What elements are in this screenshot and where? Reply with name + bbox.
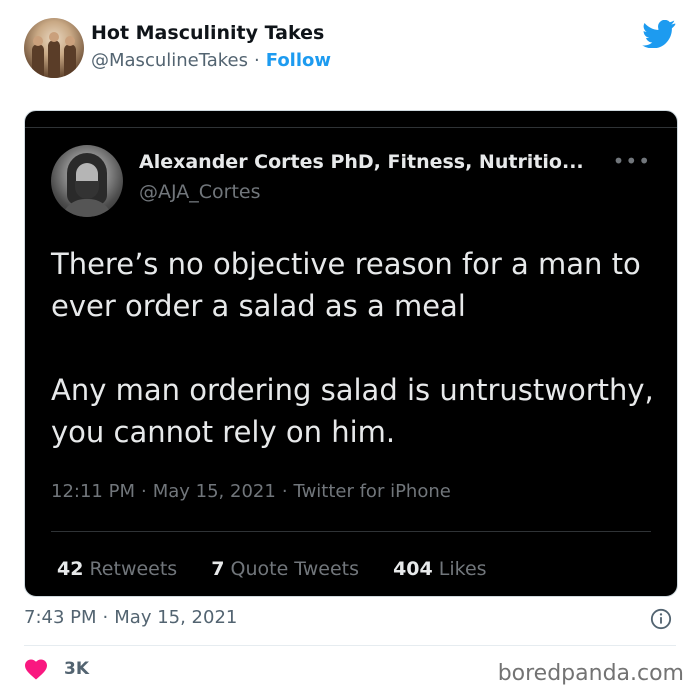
separator: · (254, 50, 260, 71)
stats-divider (51, 531, 651, 532)
info-icon[interactable] (650, 608, 672, 630)
watermark: boredpanda.com (497, 661, 684, 686)
tweet-date: May 15, 2021 (114, 607, 238, 628)
tweet-timestamp[interactable]: 7:43 PM · May 15, 2021 (24, 607, 237, 628)
embedded-date: May 15, 2021 (152, 481, 276, 502)
more-options-icon: ••• (612, 149, 651, 173)
account-name[interactable]: Hot Masculinity Takes (91, 22, 324, 44)
top-divider (25, 127, 677, 128)
account-avatar[interactable] (24, 18, 84, 78)
follow-button[interactable]: Follow (266, 50, 331, 71)
likes-stat: 404 Likes (393, 558, 487, 580)
heart-icon[interactable] (24, 658, 48, 680)
footer-divider (24, 645, 676, 646)
embedded-source: Twitter for iPhone (293, 481, 451, 502)
handle-row: @MasculineTakes · Follow (91, 50, 331, 71)
embedded-author-avatar (51, 145, 123, 217)
embedded-tweet-text: There’s no objective reason for a man to… (51, 247, 654, 449)
tweet-time: 7:43 PM (24, 607, 97, 628)
embedded-time: 12:11 PM (51, 481, 135, 502)
embedded-tweet-image[interactable]: Alexander Cortes PhD, Fitness, Nutritio.… (24, 110, 678, 597)
tweet-card: Hot Masculinity Takes @MasculineTakes · Fo… (0, 0, 700, 698)
embedded-stats: 42 Retweets 7 Quote Tweets 404 Likes (57, 558, 515, 580)
twitter-bird-icon[interactable] (642, 20, 676, 48)
like-count[interactable]: 3K (64, 659, 89, 679)
embedded-author-handle: @AJA_Cortes (139, 181, 261, 203)
retweets-stat: 42 Retweets (57, 558, 178, 580)
account-handle[interactable]: @MasculineTakes (91, 50, 248, 71)
embedded-author-name: Alexander Cortes PhD, Fitness, Nutritio.… (139, 151, 584, 173)
embedded-tweet-meta: 12:11 PM · May 15, 2021 · Twitter for iPhone (51, 481, 451, 502)
quote-tweets-stat: 7 Quote Tweets (211, 558, 360, 580)
